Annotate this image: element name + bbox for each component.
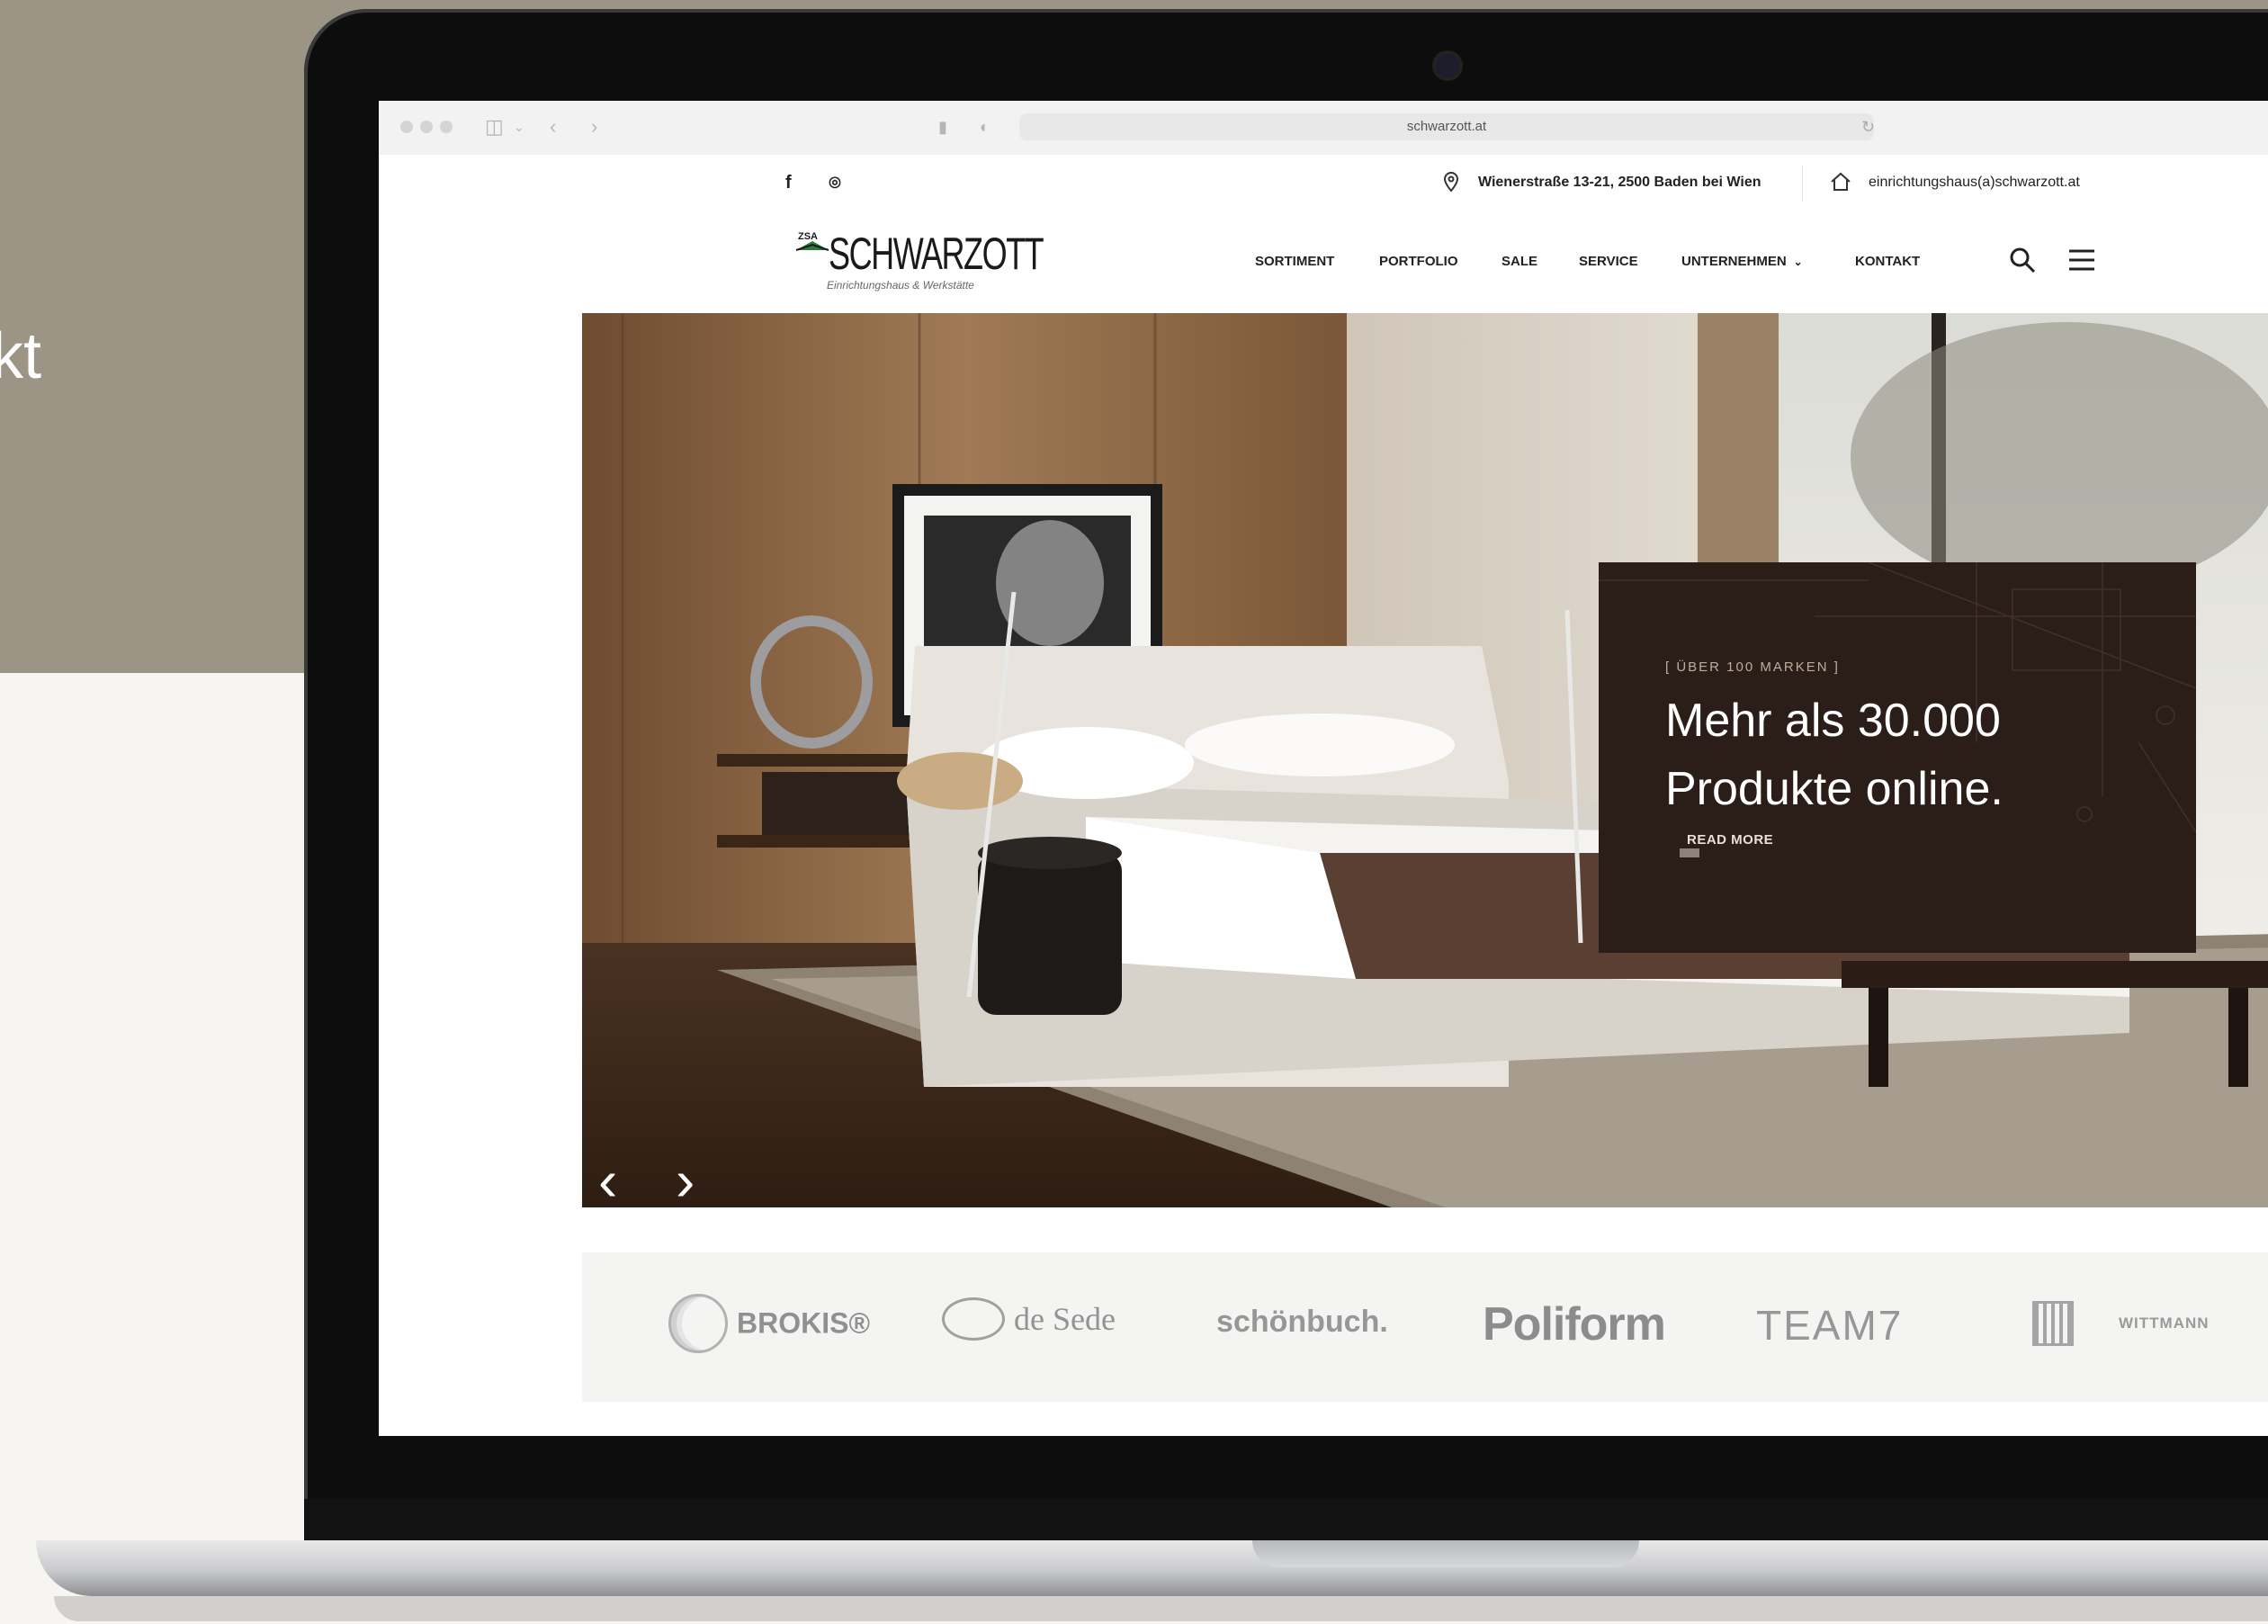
nav-item-kontakt[interactable]: KONTAKT xyxy=(1855,254,1920,269)
logo-wordmark[interactable]: SCHWARZOTT xyxy=(829,229,1044,279)
privacy-shield-icon[interactable]: ◐ xyxy=(980,115,990,139)
laptop-base xyxy=(36,1540,2268,1596)
location-pin-icon xyxy=(1443,171,1459,193)
hero-kicker: [ ÜBER 100 MARKEN ] xyxy=(1665,659,1840,675)
brand-logo-wittmann[interactable]: WITTMANN xyxy=(2032,1301,2210,1346)
slider-prev-button[interactable]: ‹ xyxy=(598,1152,617,1207)
browser-toolbar: ◫ ⌄ ‹ › ▮ ◐ schwarzott.at ↻ xyxy=(379,101,2268,156)
nav-item-unternehmen[interactable]: UNTERNEHMEN ⌄ xyxy=(1681,254,1803,269)
hero-title: Mehr als 30.000 Produkte online. xyxy=(1665,695,2004,815)
address-bar[interactable]: schwarzott.at xyxy=(1019,113,1874,140)
window-close-button[interactable] xyxy=(400,121,413,133)
read-more-link[interactable]: READ MORE xyxy=(1687,832,1773,848)
webcam-icon xyxy=(1436,54,1459,77)
brand-logo-brokis[interactable]: BROKIS® xyxy=(668,1294,870,1353)
brand-logo-team7[interactable]: TEAM7 xyxy=(1756,1301,1903,1350)
laptop-lid-notch xyxy=(1252,1540,1639,1567)
nav-item-sortiment[interactable]: SORTIMENT xyxy=(1255,254,1334,269)
window-minimize-button[interactable] xyxy=(420,121,433,133)
brand-logo-poliform[interactable]: Poliform xyxy=(1483,1297,1666,1351)
brand-name-wittmann: WITTMANN xyxy=(2119,1314,2210,1332)
de-sede-emblem-icon xyxy=(942,1297,1005,1341)
nav-item-portfolio[interactable]: PORTFOLIO xyxy=(1379,254,1458,269)
site-header: ZSA SCHWARZOTT Einrichtungshaus & Werkst… xyxy=(379,211,2268,310)
house-icon xyxy=(1831,172,1851,191)
read-more-underline xyxy=(1680,848,1699,857)
logo-emblem-icon[interactable]: ZSA xyxy=(794,229,830,256)
hero-promo-card: [ ÜBER 100 MARKEN ] Mehr als 30.000 Prod… xyxy=(1599,562,2196,953)
logo-tagline: Einrichtungshaus & Werkstätte xyxy=(827,279,974,292)
window-zoom-button[interactable] xyxy=(440,121,453,133)
logo-mark-text: ZSA xyxy=(798,231,818,242)
brokis-swirl-icon xyxy=(668,1294,728,1353)
brand-logo-de-sede[interactable]: de Sede xyxy=(942,1297,1116,1341)
sidebar-toggle-icon[interactable]: ◫ xyxy=(485,115,504,139)
nav-item-unternehmen-label: UNTERNEHMEN xyxy=(1681,254,1787,269)
brand-logo-schoenbuch[interactable]: schönbuch. xyxy=(1216,1305,1388,1340)
email-link[interactable]: einrichtungshaus(a)schwarzott.at xyxy=(1869,171,2080,194)
brand-logo-strip: BROKIS® de Sede schönbuch. Poliform TEAM… xyxy=(582,1252,2268,1402)
instagram-icon[interactable]: ◎ xyxy=(829,173,841,193)
nav-item-service[interactable]: SERVICE xyxy=(1579,254,1638,269)
laptop-chin xyxy=(304,1499,2268,1540)
topbar-divider xyxy=(1802,166,1803,202)
wittmann-emblem-icon xyxy=(2032,1301,2074,1346)
brand-name-de-sede: de Sede xyxy=(1014,1301,1116,1337)
slider-next-button[interactable]: › xyxy=(676,1152,695,1207)
chevron-down-icon: ⌄ xyxy=(1793,256,1803,268)
hamburger-menu-icon[interactable] xyxy=(2066,245,2097,275)
chevron-down-icon[interactable]: ⌄ xyxy=(514,115,524,139)
facebook-icon[interactable]: f xyxy=(785,173,792,193)
search-icon[interactable] xyxy=(2007,245,2038,275)
address-text[interactable]: Wienerstraße 13-21, 2500 Baden bei Wien xyxy=(1478,171,1762,194)
reload-icon[interactable]: ↻ xyxy=(1861,113,1875,140)
nav-item-sale[interactable]: SALE xyxy=(1502,254,1537,269)
lock-icon: ▮ xyxy=(938,118,947,136)
laptop-base-shadow xyxy=(54,1596,2268,1621)
top-info-bar: f ◎ Wienerstraße 13-21, 2500 Baden bei W… xyxy=(379,155,2268,211)
side-heading-fragment: kt xyxy=(0,320,42,392)
back-icon[interactable]: ‹ xyxy=(550,115,556,139)
brand-name-brokis: BROKIS® xyxy=(737,1306,871,1340)
forward-icon[interactable]: › xyxy=(591,115,597,139)
